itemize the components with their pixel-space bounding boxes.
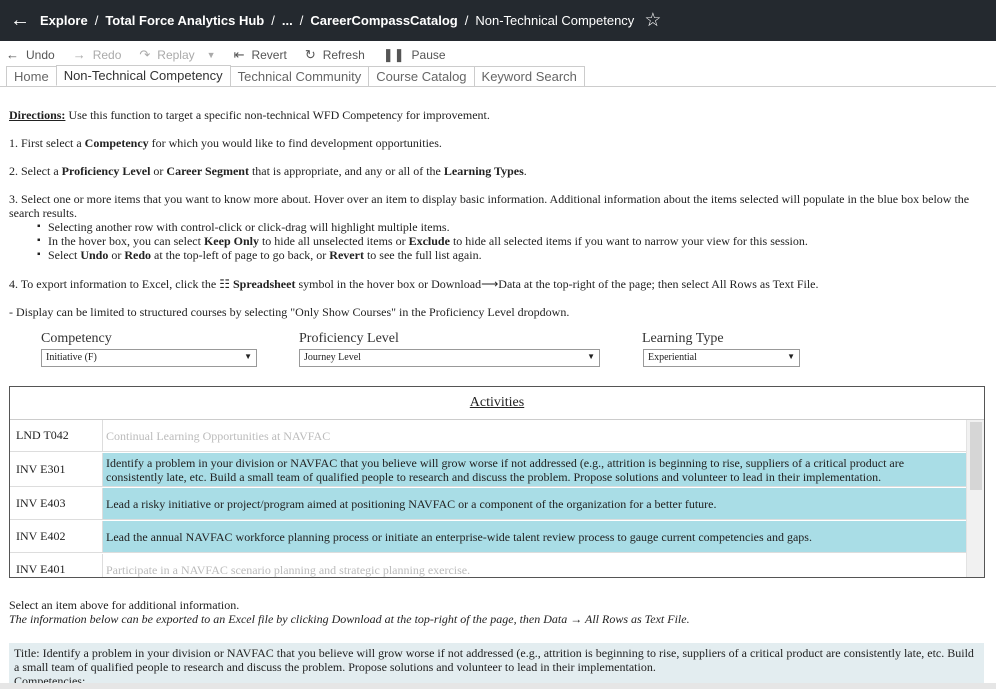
activity-code: INV E301 <box>10 453 103 486</box>
activities-title: Activities <box>469 395 525 410</box>
activities-table: Activities LND T042 Continual Learning O… <box>9 386 985 578</box>
tab-course-catalog[interactable]: Course Catalog <box>368 66 475 86</box>
table-row[interactable]: INV E403 Lead a risky initiative or proj… <box>10 488 966 520</box>
directions-step-2: 2. Select a Proficiency Level or Career … <box>9 164 527 178</box>
proficiency-filter-label: Proficiency Level <box>299 331 399 346</box>
table-row[interactable]: INV E401 Participate in a NAVFAC scenari… <box>10 554 966 577</box>
activity-description: Lead the annual NAVFAC workforce plannin… <box>106 529 812 544</box>
replay-label: Replay <box>157 47 195 62</box>
breadcrumb-catalog[interactable]: CareerCompassCatalog <box>310 13 457 28</box>
learning-type-dropdown[interactable]: Experiential ▼ <box>643 349 800 367</box>
undo-label: Undo <box>26 47 55 62</box>
redo-button[interactable]: → Redo <box>73 47 122 62</box>
directions-note: - Display can be limited to structured c… <box>9 305 570 319</box>
activity-code: INV E401 <box>10 554 103 577</box>
scrollbar-thumb[interactable] <box>970 422 982 490</box>
table-row[interactable]: LND T042 Continual Learning Opportunitie… <box>10 420 966 452</box>
activity-code: LND T042 <box>10 420 103 451</box>
learning-type-dropdown-value: Experiential <box>648 352 697 363</box>
tab-keyword-search[interactable]: Keyword Search <box>473 66 585 86</box>
proficiency-dropdown-value: Journey Level <box>304 352 361 363</box>
bottom-strip <box>0 683 996 689</box>
chevron-down-icon: ▼ <box>587 352 595 361</box>
pause-button[interactable]: ❚❚ Pause <box>383 47 446 63</box>
directions-step-4: 4. To export information to Excel, click… <box>9 277 819 291</box>
undo-button[interactable]: ← Undo <box>6 47 55 62</box>
refresh-label: Refresh <box>322 47 365 62</box>
tab-non-technical-competency[interactable]: Non-Technical Competency <box>55 65 231 86</box>
toolbar: ← Undo → Redo ↷ Replay ▼ ⇤ Revert ↻ Refr… <box>0 41 996 68</box>
undo-arrow-icon: ← <box>6 47 19 62</box>
back-arrow-icon[interactable]: ← <box>0 9 40 32</box>
directions-intro: Directions: Use this function to target … <box>9 108 979 122</box>
directions-intro-text: Use this function to target a specific n… <box>65 108 490 122</box>
competency-dropdown[interactable]: Initiative (F) ▼ <box>41 349 257 367</box>
replay-dropdown-icon[interactable]: ▼ <box>207 50 216 60</box>
activity-code: INV E402 <box>10 521 103 552</box>
activity-description: Continual Learning Opportunities at NAVF… <box>106 428 331 443</box>
breadcrumb-separator: / <box>299 13 304 28</box>
competency-dropdown-value: Initiative (F) <box>46 352 97 363</box>
select-item-info: Select an item above for additional info… <box>9 598 240 612</box>
breadcrumb-current: Non-Technical Competency <box>475 13 635 28</box>
breadcrumb-separator: / <box>271 13 275 28</box>
redo-arrow-icon: → <box>72 47 86 62</box>
directions-label: Directions: <box>9 108 66 122</box>
revert-icon: ⇤ <box>233 46 245 62</box>
chevron-down-icon: ▼ <box>244 352 252 361</box>
table-row[interactable]: INV E301 Identify a problem in your divi… <box>10 453 966 487</box>
detail-panel: Title: Identify a problem in your divisi… <box>9 643 984 683</box>
table-row[interactable]: INV E402 Lead the annual NAVFAC workforc… <box>10 521 966 553</box>
learning-type-filter-label: Learning Type <box>642 331 724 346</box>
pause-label: Pause <box>411 47 446 62</box>
breadcrumb-explore[interactable]: Explore <box>40 13 88 28</box>
competency-filter-label: Competency <box>41 331 112 346</box>
redo-label: Redo <box>92 47 122 62</box>
refresh-button[interactable]: ↻ Refresh <box>305 47 365 63</box>
activity-description: Identify a problem in your division or N… <box>106 455 905 484</box>
replay-icon: ↷ <box>139 46 151 62</box>
tab-technical-community[interactable]: Technical Community <box>229 66 370 86</box>
replay-button[interactable]: ↷ Replay ▼ <box>139 47 215 63</box>
directions-bullet-1: Selecting another row with control-click… <box>37 220 450 234</box>
dashboard-tabs: Home Non-Technical Competency Technical … <box>0 65 996 87</box>
breadcrumb-ellipsis[interactable]: ... <box>282 13 293 28</box>
breadcrumb-separator: / <box>94 13 99 28</box>
detail-competencies-label: Competencies: <box>14 674 86 683</box>
revert-label: Revert <box>251 47 287 62</box>
directions-step-3: 3. Select one or more items that you wan… <box>9 192 970 220</box>
favorite-star-icon[interactable]: ☆ <box>644 9 661 32</box>
activity-code: INV E403 <box>10 488 103 519</box>
proficiency-dropdown[interactable]: Journey Level ▼ <box>299 349 600 367</box>
directions-step-1: 1. First select a Competency for which y… <box>9 136 442 150</box>
directions-bullet-3: Select Undo or Redo at the top-left of p… <box>37 248 482 262</box>
breadcrumb-total-force[interactable]: Total Force Analytics Hub <box>105 13 264 28</box>
detail-title: Title: Identify a problem in your divisi… <box>14 646 974 674</box>
chevron-down-icon: ▼ <box>787 352 795 361</box>
revert-button[interactable]: ⇤ Revert <box>234 47 287 63</box>
tab-home[interactable]: Home <box>6 66 57 86</box>
export-info: The information below can be exported to… <box>9 612 690 626</box>
activity-description: Participate in a NAVFAC scenario plannin… <box>106 562 471 577</box>
breadcrumb-separator: / <box>464 13 469 28</box>
vertical-scrollbar[interactable] <box>966 420 984 577</box>
breadcrumb-bar: ← Explore / Total Force Analytics Hub / … <box>0 0 996 41</box>
activity-description: Lead a risky initiative or project/progr… <box>106 496 717 511</box>
pause-icon: ❚❚ <box>382 46 405 62</box>
refresh-icon: ↻ <box>304 46 316 62</box>
directions-bullet-2: In the hover box, you can select Keep On… <box>37 234 808 248</box>
